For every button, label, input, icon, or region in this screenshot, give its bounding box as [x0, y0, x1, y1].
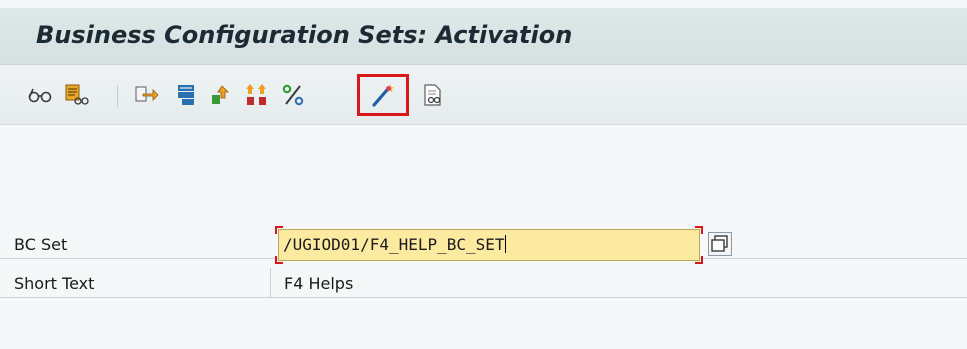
percent-icon[interactable]: [277, 79, 309, 111]
toolbar-separator: [117, 85, 118, 107]
short-text-value: F4 Helps: [284, 274, 354, 293]
cell-divider: [270, 268, 271, 298]
toolbar: [0, 65, 967, 125]
bc-set-input-value: /UGIOD01/F4_HELP_BC_SET: [283, 235, 506, 254]
bc-set-input[interactable]: /UGIOD01/F4_HELP_BC_SET: [278, 229, 700, 261]
row-divider: [0, 297, 967, 298]
bc-set-label: BC Set: [14, 235, 68, 254]
title-bar: Business Configuration Sets: Activation: [0, 8, 967, 65]
short-text-row: Short Text F4 Helps: [0, 268, 967, 298]
copy-icon: [711, 235, 728, 252]
focus-bracket-top-right: [695, 226, 703, 234]
upload-icon[interactable]: [205, 79, 237, 111]
document-icon[interactable]: [417, 79, 449, 111]
focus-bracket-bottom-right: [695, 256, 703, 264]
transport-icon[interactable]: [130, 79, 162, 111]
short-text-label: Short Text: [14, 274, 95, 293]
value-help-button[interactable]: [708, 232, 732, 256]
glasses-display-icon[interactable]: [24, 79, 56, 111]
sort-icon[interactable]: [240, 79, 272, 111]
page: Business Configuration Sets: Activation: [0, 0, 967, 349]
focus-bracket-bottom-left: [275, 256, 283, 264]
hierarchy-icon[interactable]: [170, 79, 202, 111]
form-area: BC Set /UGIOD01/F4_HELP_BC_SET Short Tex…: [0, 126, 967, 349]
activate-wand-icon[interactable]: [357, 74, 409, 116]
display-details-icon[interactable]: [60, 79, 92, 111]
page-title: Business Configuration Sets: Activation: [36, 21, 573, 49]
focus-bracket-top-left: [275, 226, 283, 234]
